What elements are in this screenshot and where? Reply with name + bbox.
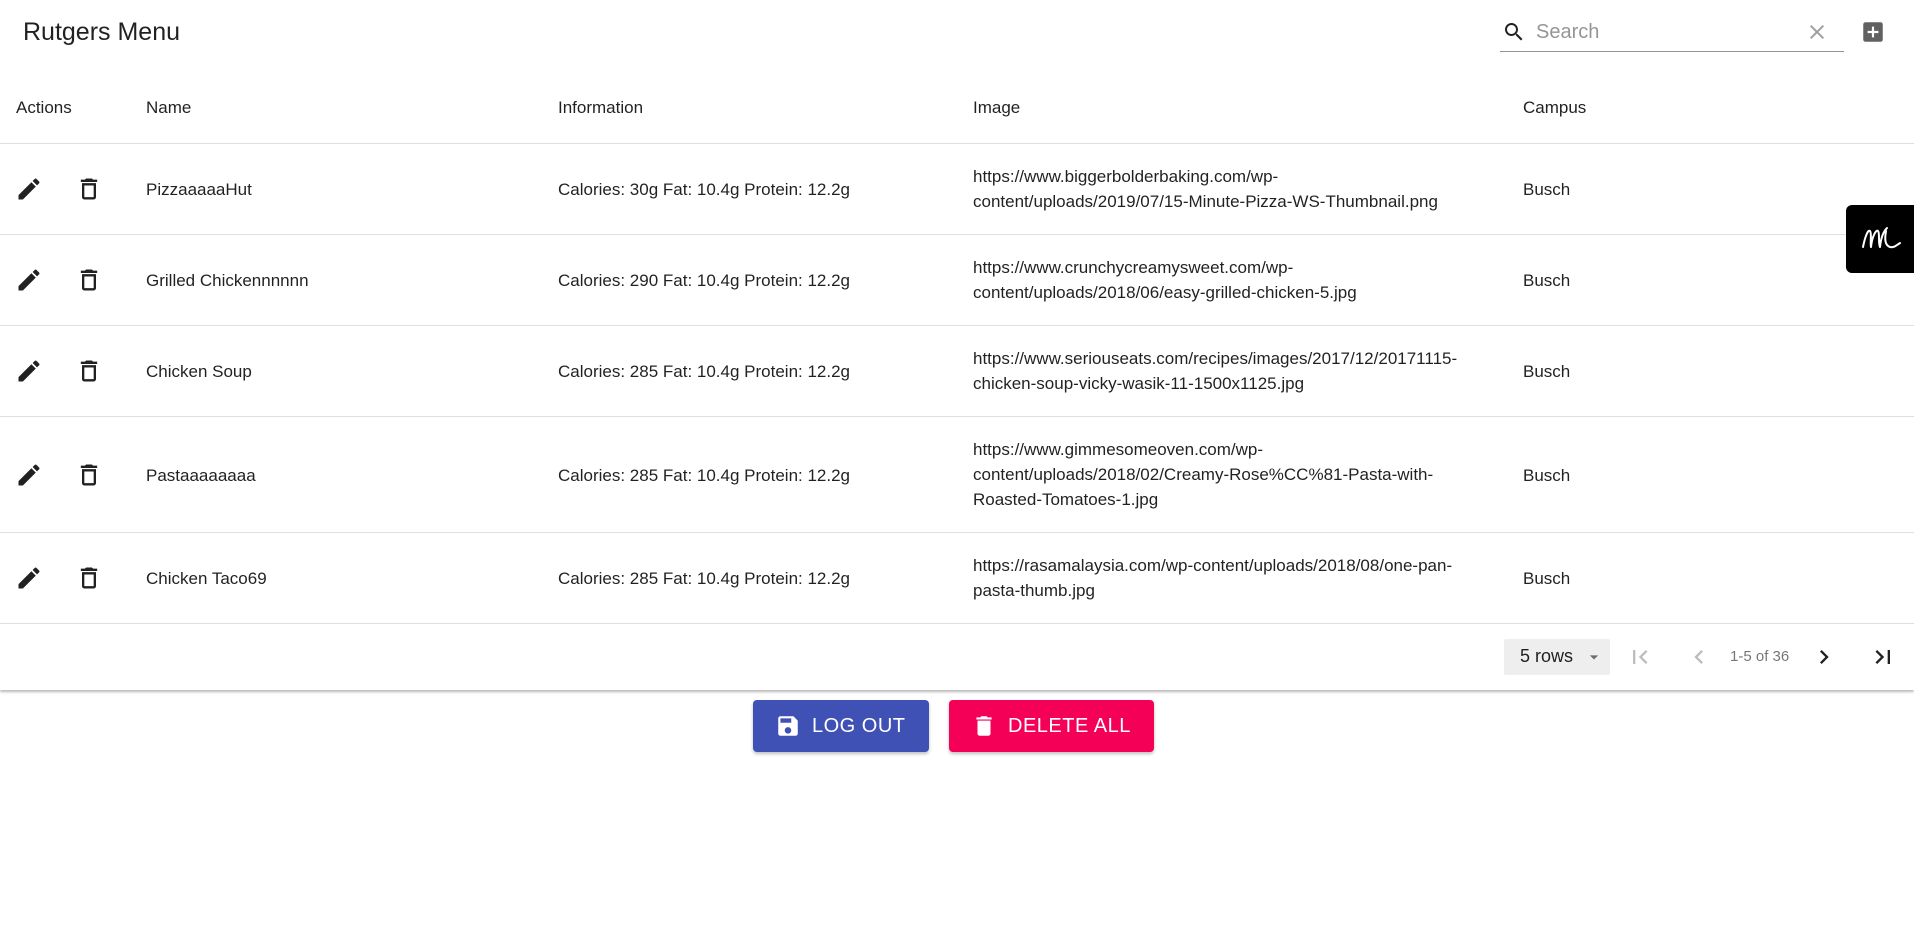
image-url-line: https://www.crunchycreamysweet.com/wp- [973,258,1294,277]
menu-table-card: Rutgers Menu Actions Name Information Im… [0,0,1914,690]
save-icon [778,716,798,736]
rows-per-page-select[interactable]: 5 rows [1504,639,1610,675]
table-header-row: Actions Name Information Image Campus [0,72,1914,144]
caret-down-icon [1589,655,1599,660]
cell-campus: Busch [1523,362,1571,381]
page-title: Rutgers Menu [23,18,181,46]
table-row: PizzaaaaaHut Calories: 30g Fat: 10.4g Pr… [0,144,1914,235]
chevron-left-icon[interactable] [1685,643,1713,671]
logout-button[interactable]: LOG OUT [753,700,929,752]
pencil-icon[interactable] [15,357,43,385]
trash-icon[interactable] [75,357,103,385]
cell-image: https://www.crunchycreamysweet.com/wp- c… [973,255,1493,305]
floating-side-tab[interactable] [1846,205,1914,273]
close-icon[interactable] [1805,20,1829,44]
search-input[interactable] [1536,16,1796,48]
column-header-name[interactable]: Name [146,97,191,119]
add-box-icon[interactable] [1860,19,1886,45]
table-toolbar: Rutgers Menu [0,0,1914,64]
first-page-icon[interactable] [1626,643,1654,671]
cell-campus: Busch [1523,569,1571,588]
last-page-icon[interactable] [1869,643,1897,671]
column-header-information[interactable]: Information [558,97,643,119]
cell-information: Calories: 290 Fat: 10.4g Protein: 12.2g [558,271,851,290]
search-icon [1505,23,1523,41]
cell-name: Pastaaaaaaaa [146,466,256,485]
image-url-line: https://www.biggerbolderbaking.com/wp- [973,167,1279,186]
cell-information: Calories: 285 Fat: 10.4g Protein: 12.2g [558,466,851,485]
page-range-label: 1-5 of 36 [1730,648,1790,665]
pencil-icon[interactable] [15,175,43,203]
m-logo-icon [1862,227,1901,249]
column-header-image[interactable]: Image [973,97,1020,119]
column-header-campus[interactable]: Campus [1523,97,1586,119]
pencil-icon[interactable] [15,461,43,489]
image-url-line: chicken-soup-vicky-wasik-11-1500x1125.jp… [973,374,1305,393]
delete-all-button[interactable]: DELETE ALL [949,700,1154,752]
cell-campus: Busch [1523,466,1571,485]
cell-information: Calories: 30g Fat: 10.4g Protein: 12.2g [558,180,851,199]
cell-image: https://rasamalaysia.com/wp-content/uplo… [973,553,1493,603]
image-url-line: pasta-thumb.jpg [973,581,1095,600]
table-row: Pastaaaaaaaa Calories: 285 Fat: 10.4g Pr… [0,417,1914,533]
pencil-icon[interactable] [15,564,43,592]
trash-icon[interactable] [75,266,103,294]
table-row: Chicken Taco69 Calories: 285 Fat: 10.4g … [0,533,1914,624]
table-row: Chicken Soup Calories: 285 Fat: 10.4g Pr… [0,326,1914,417]
pagination-bar: 5 rows 1-5 of 36 [0,624,1914,690]
delete-all-button-label: DELETE ALL [1008,715,1131,737]
logout-button-label: LOG OUT [812,715,906,737]
image-url-line: https://www.gimmesomeoven.com/wp- [973,440,1264,459]
image-url-line: https://rasamalaysia.com/wp-content/uplo… [973,556,1453,575]
cell-image: https://www.biggerbolderbaking.com/wp- c… [973,164,1493,214]
column-header-actions: Actions [16,98,72,117]
image-url-line: content/uploads/2018/06/easy-grilled-chi… [973,283,1357,302]
image-url-line: content/uploads/2018/02/Creamy-Rose%CC%8… [973,465,1434,484]
rows-per-page-label: 5 rows [1520,646,1574,666]
trash-icon[interactable] [75,564,103,592]
image-url-line: content/uploads/2019/07/15-Minute-Pizza-… [973,192,1438,211]
cell-image: https://www.seriouseats.com/recipes/imag… [973,346,1493,396]
cell-information: Calories: 285 Fat: 10.4g Protein: 12.2g [558,569,851,588]
cell-name: Chicken Taco69 [146,569,267,588]
cell-name: PizzaaaaaHut [146,180,252,199]
table-row: Grilled Chickennnnnn Calories: 290 Fat: … [0,235,1914,326]
trash-icon[interactable] [75,175,103,203]
cell-name: Chicken Soup [146,362,252,381]
cell-name: Grilled Chickennnnnn [146,271,309,290]
pencil-icon[interactable] [15,266,43,294]
cell-information: Calories: 285 Fat: 10.4g Protein: 12.2g [558,362,851,381]
trash-icon [976,716,992,736]
image-url-line: Roasted-Tomatoes-1.jpg [973,490,1159,509]
cell-image: https://www.gimmesomeoven.com/wp- conten… [973,437,1493,512]
chevron-right-icon[interactable] [1810,643,1838,671]
trash-icon[interactable] [75,461,103,489]
cell-campus: Busch [1523,271,1571,290]
cell-campus: Busch [1523,180,1571,199]
image-url-line: https://www.seriouseats.com/recipes/imag… [973,349,1458,368]
search-field[interactable] [1500,14,1844,52]
